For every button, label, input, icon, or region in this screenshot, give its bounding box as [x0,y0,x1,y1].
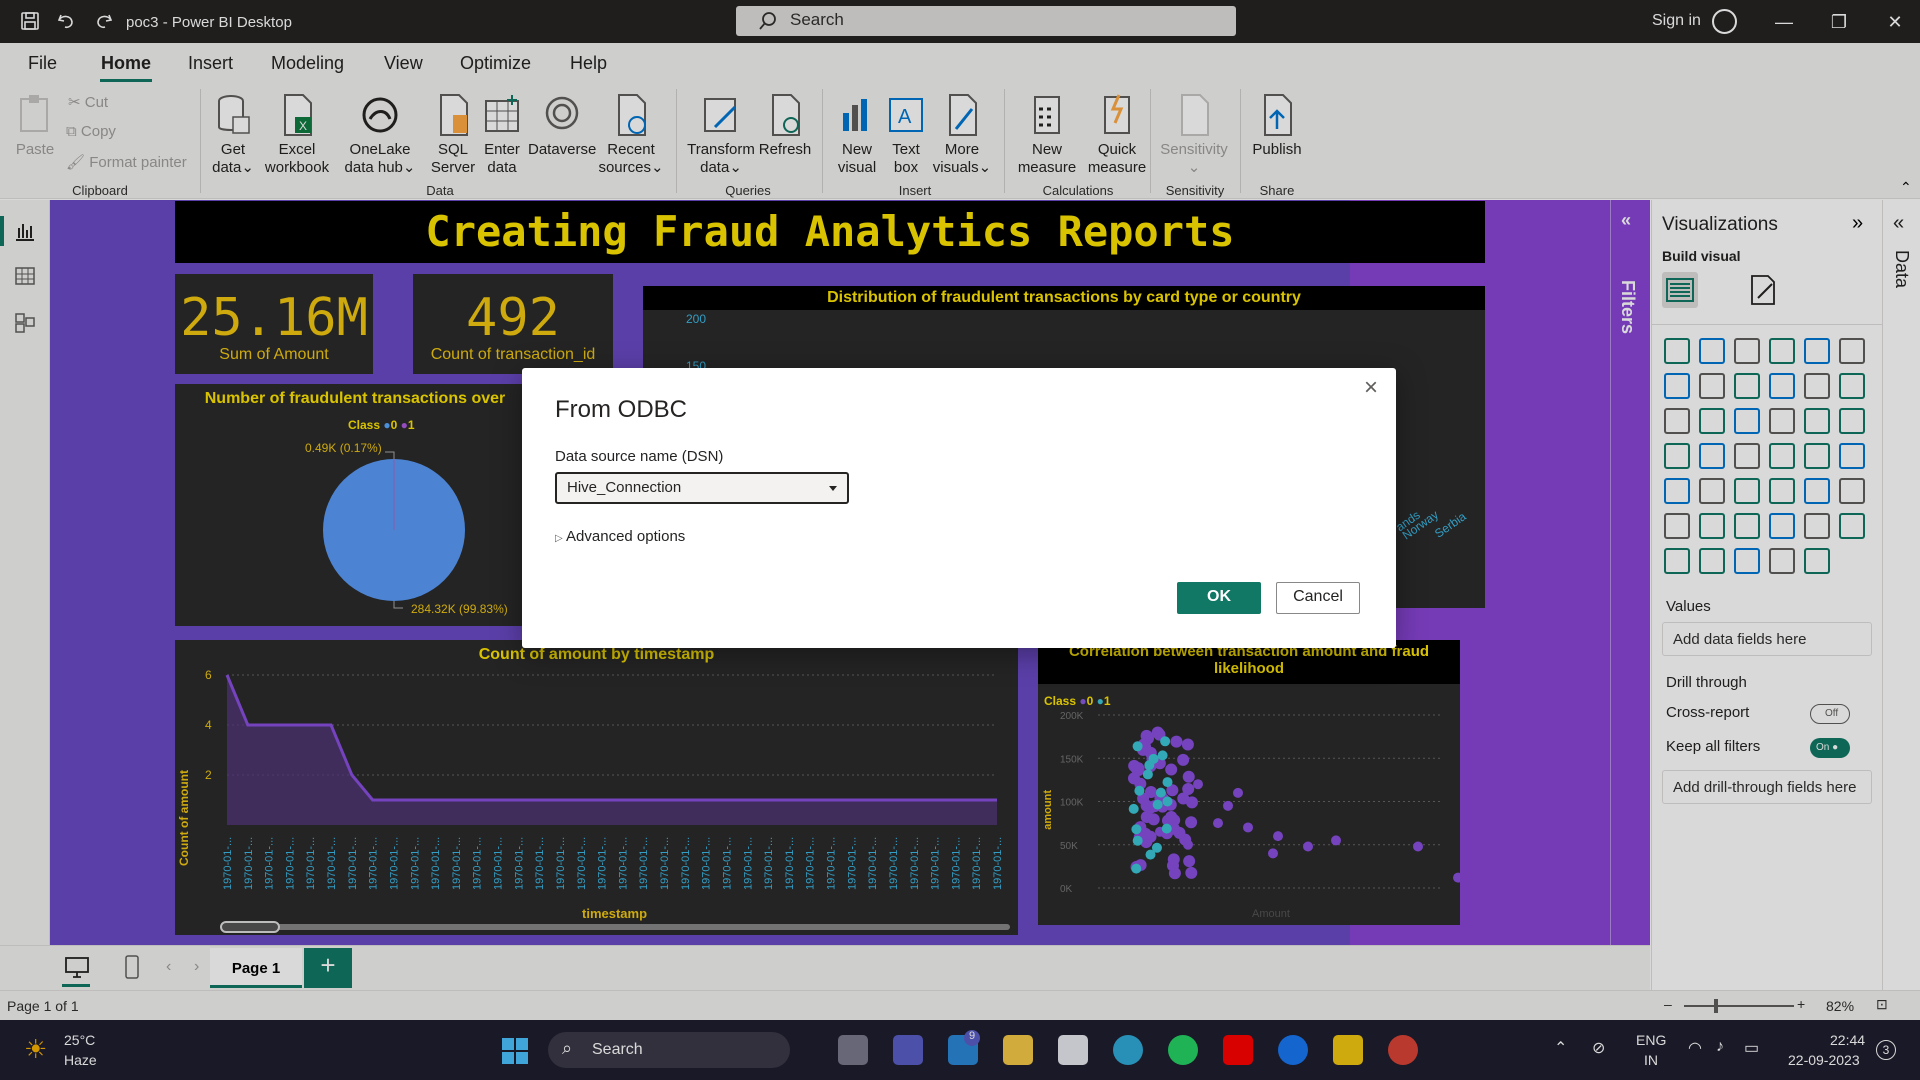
advanced-options-label: Advanced options [566,528,685,545]
dsn-selected-value: Hive_Connection [567,479,681,496]
dialog-title: From ODBC [555,396,687,424]
cancel-button[interactable]: Cancel [1276,582,1360,614]
dsn-dropdown[interactable]: Hive_Connection [555,472,849,504]
dsn-label: Data source name (DSN) [555,448,723,465]
ok-button[interactable]: OK [1177,582,1261,614]
close-dialog-icon[interactable]: × [1364,374,1378,402]
odbc-dialog: From ODBC × Data source name (DSN) Hive_… [522,368,1396,648]
chevron-right-icon: ▷ [555,533,563,544]
chevron-down-icon [829,486,837,491]
advanced-options-toggle[interactable]: ▷ Advanced options [555,528,685,545]
